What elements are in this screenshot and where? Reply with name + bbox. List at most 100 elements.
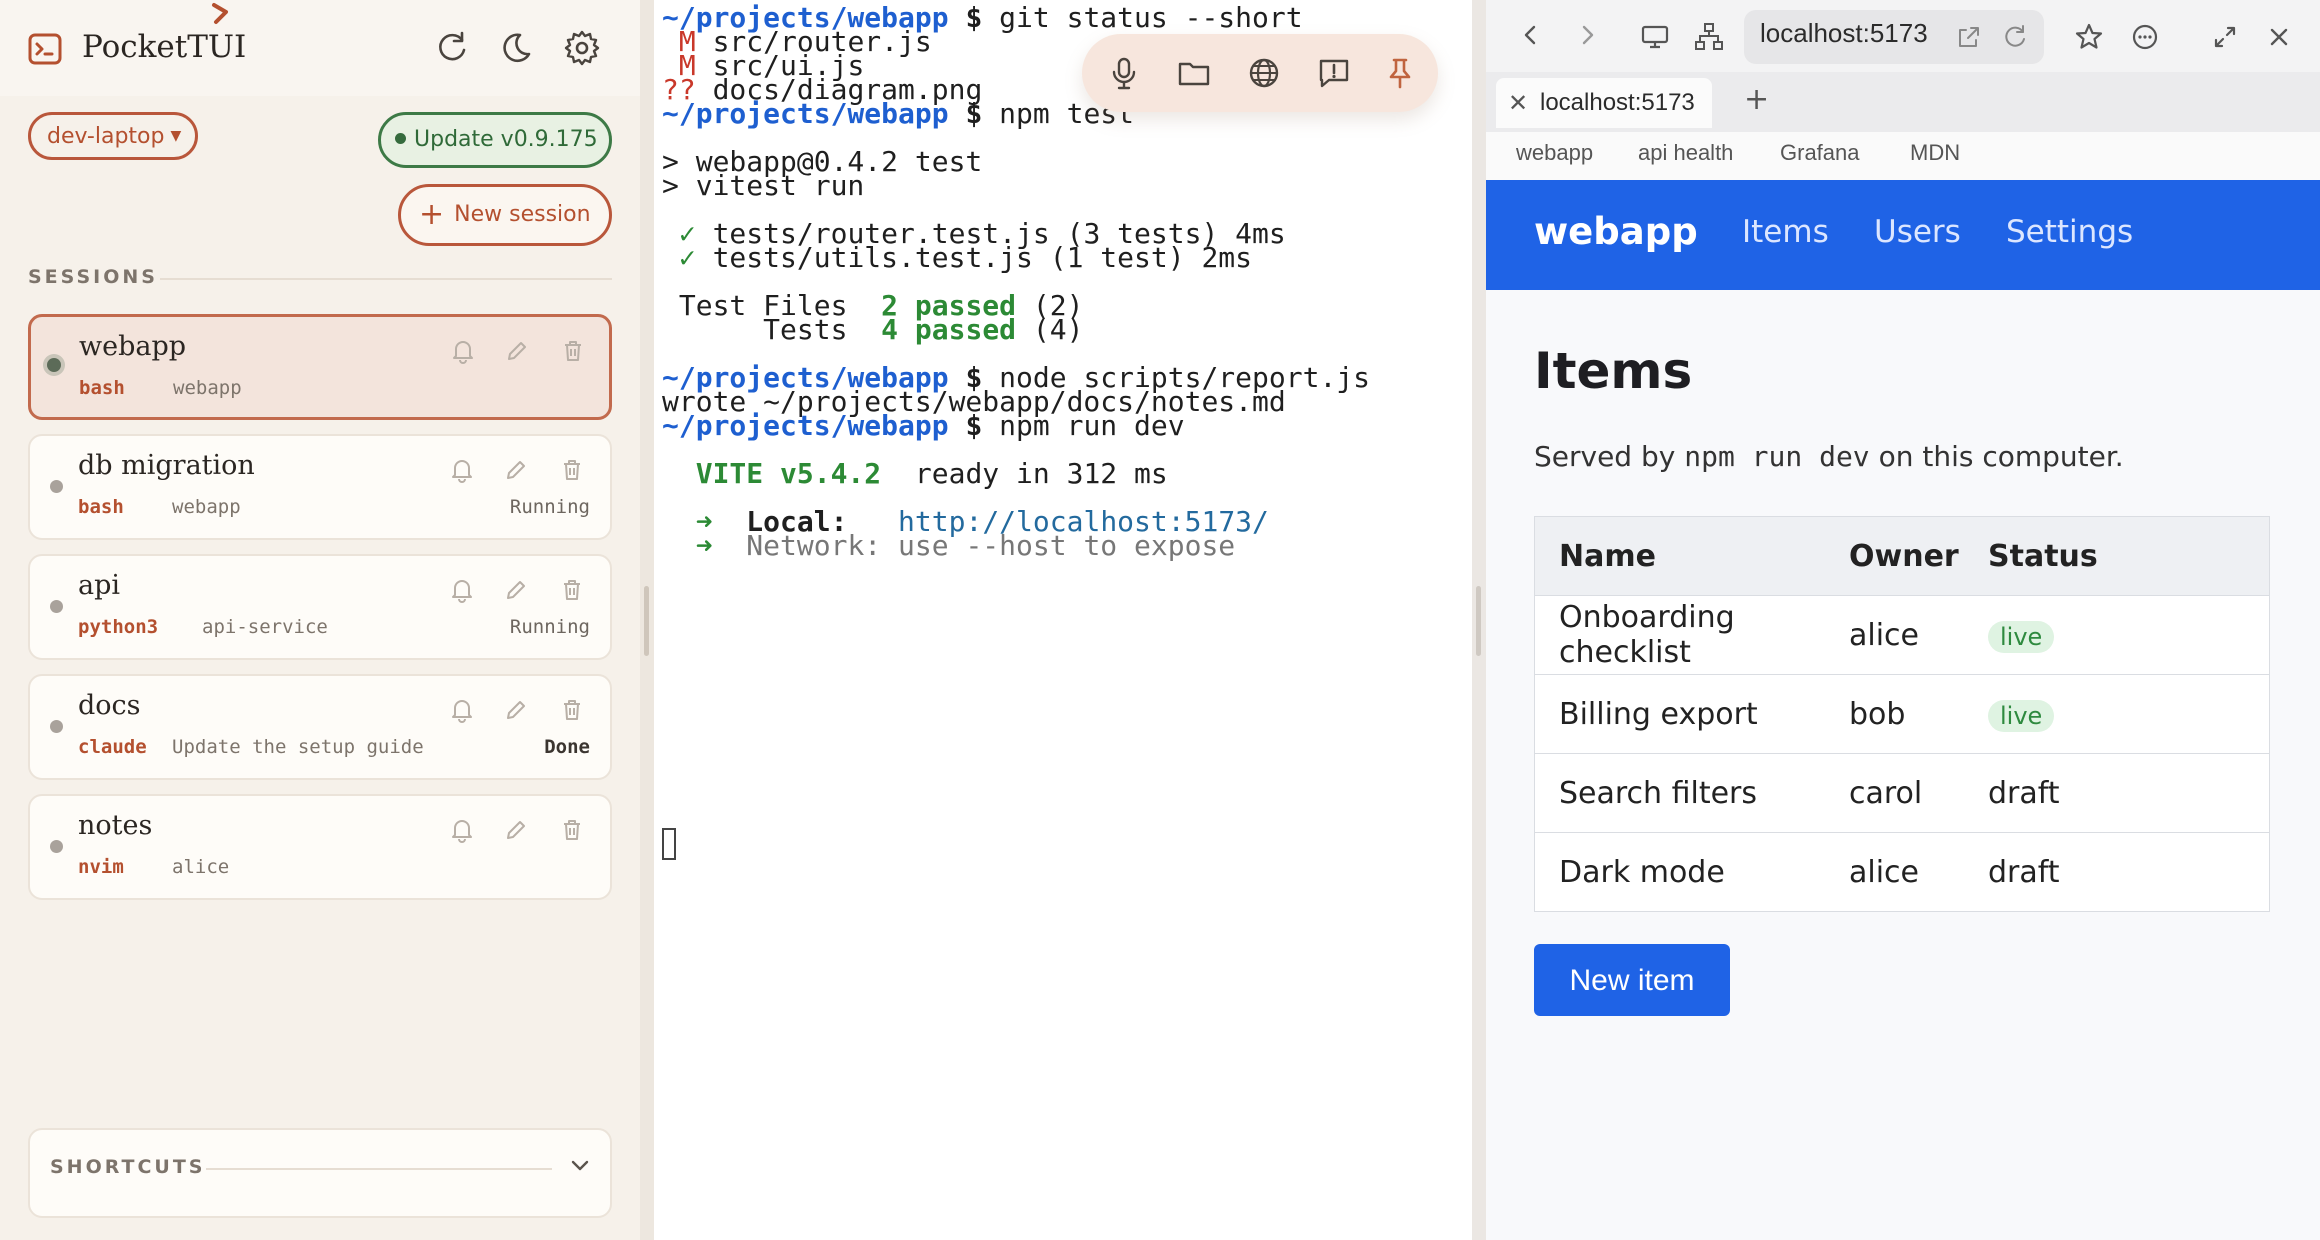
arrow-icon: ➜ — [695, 529, 713, 562]
trash-icon[interactable] — [559, 337, 587, 365]
session-card-db-migration[interactable]: db migration bash webapp Running — [28, 434, 612, 540]
table-row[interactable]: Onboarding checklist alice live — [1534, 595, 2270, 675]
sidebar-header: PocketTUI — [0, 0, 640, 96]
expand-icon[interactable] — [2208, 20, 2242, 54]
back-icon[interactable] — [1514, 18, 1548, 52]
desktop-icon[interactable] — [1638, 20, 1672, 54]
terminal-line: ✓ tests/utils.test.js (1 test) 2ms — [662, 240, 1252, 276]
cell-name: Dark mode — [1534, 832, 1825, 912]
nav-link-items[interactable]: Items — [1742, 214, 1829, 250]
bookmarks-bar: webapp api health Grafana MDN — [1486, 132, 2320, 181]
cell-status: draft — [1964, 753, 2270, 833]
session-command: bash — [79, 377, 125, 399]
nav-link-users[interactable]: Users — [1874, 214, 1961, 250]
edit-pencil-icon[interactable] — [502, 696, 530, 724]
cell-owner: bob — [1825, 674, 1964, 754]
vite-version: VITE v5.4.2 — [695, 457, 882, 490]
open-external-icon[interactable] — [1954, 22, 1988, 56]
bookmark-item[interactable]: api health — [1638, 140, 1733, 166]
session-card-notes[interactable]: notes nvim alice — [28, 794, 612, 900]
more-options-icon[interactable] — [2128, 20, 2162, 54]
bell-icon[interactable] — [448, 816, 476, 844]
edit-pencil-icon[interactable] — [502, 456, 530, 484]
trash-icon[interactable] — [558, 696, 586, 724]
host-select-label: dev-laptop — [47, 124, 165, 149]
cell-owner: alice — [1825, 595, 1964, 675]
dark-mode-icon[interactable] — [496, 28, 536, 68]
summary-label: Tests — [763, 313, 848, 346]
trash-icon[interactable] — [558, 456, 586, 484]
trash-icon[interactable] — [558, 576, 586, 604]
close-icon[interactable] — [2262, 20, 2296, 54]
session-name: docs — [78, 690, 141, 721]
terminal-line: Tests 4 passed (4) — [662, 312, 1083, 348]
plus-icon: + — [419, 197, 445, 232]
subtitle-code: npm run dev — [1684, 440, 1870, 473]
network-icon[interactable] — [1692, 20, 1726, 54]
bookmark-item[interactable]: Grafana — [1780, 140, 1860, 166]
browser-tab[interactable]: ✕ localhost:5173 — [1496, 78, 1712, 128]
session-status: Running — [509, 496, 590, 518]
table-row[interactable]: Billing export bob live — [1534, 674, 2270, 754]
session-status: Running — [509, 616, 590, 638]
site-brand-link[interactable]: webapp — [1534, 210, 1698, 253]
pin-icon[interactable] — [1380, 53, 1420, 93]
host-select[interactable]: dev-laptop ▼ — [28, 112, 198, 160]
folder-icon[interactable] — [1174, 53, 1214, 93]
session-status-dot — [47, 358, 61, 372]
pane-resize-handle[interactable] — [640, 0, 654, 1240]
new-session-label: New session — [454, 202, 591, 227]
tab-close-icon[interactable]: ✕ — [1508, 89, 1528, 117]
refresh-icon[interactable] — [432, 28, 472, 68]
terminal-line: ~/projects/webapp $ npm run dev — [662, 408, 1185, 444]
column-header-owner: Owner — [1825, 516, 1964, 596]
settings-gear-icon[interactable] — [562, 28, 602, 68]
shortcuts-panel[interactable]: SHORTCUTS — [28, 1128, 612, 1218]
session-name: webapp — [79, 331, 187, 362]
session-directory: alice — [172, 856, 230, 878]
edit-pencil-icon[interactable] — [502, 576, 530, 604]
update-button[interactable]: Update v0.9.175 — [378, 112, 612, 168]
feedback-icon[interactable] — [1314, 53, 1354, 93]
session-directory: api-service — [202, 616, 328, 638]
browser-toolbar: localhost:5173 — [1486, 0, 2320, 72]
new-session-button[interactable]: + New session — [398, 184, 612, 246]
forward-icon[interactable] — [1570, 18, 1604, 52]
nav-link-settings[interactable]: Settings — [2006, 214, 2133, 250]
trash-icon[interactable] — [558, 816, 586, 844]
session-card-api[interactable]: api python3 api-service Running — [28, 554, 612, 660]
session-card-webapp[interactable]: webapp bash webapp — [28, 314, 612, 420]
column-header-status: Status — [1964, 516, 2270, 596]
star-bookmark-icon[interactable] — [2072, 20, 2106, 54]
session-name: api — [78, 570, 121, 601]
cell-name: Search filters — [1534, 753, 1825, 833]
bell-icon[interactable] — [448, 696, 476, 724]
new-tab-icon[interactable]: + — [1744, 82, 1769, 117]
reload-icon[interactable] — [2000, 22, 2034, 56]
bell-icon[interactable] — [448, 576, 476, 604]
sessions-divider — [160, 278, 612, 280]
items-table: Name Owner Status Onboarding checklist a… — [1534, 516, 2270, 912]
terminal-pane[interactable]: ~/projects/webapp $ git status --short M… — [654, 0, 1472, 1240]
session-directory: webapp — [173, 377, 242, 399]
address-bar[interactable]: localhost:5173 — [1744, 10, 2044, 64]
globe-icon[interactable] — [1244, 53, 1284, 93]
session-status-dot — [50, 480, 63, 493]
edit-pencil-icon[interactable] — [502, 816, 530, 844]
table-row[interactable]: Search filters carol draft — [1534, 753, 2270, 833]
session-card-docs[interactable]: docs claude Update the setup guide Done — [28, 674, 612, 780]
bookmark-item[interactable]: webapp — [1516, 140, 1593, 166]
resize-grip — [1476, 586, 1481, 656]
chevron-down-icon[interactable] — [566, 1152, 594, 1180]
table-row[interactable]: Dark mode alice draft — [1534, 832, 2270, 912]
bell-icon[interactable] — [449, 337, 477, 365]
microphone-icon[interactable] — [1104, 53, 1144, 93]
edit-pencil-icon[interactable] — [503, 337, 531, 365]
status-badge: live — [1988, 699, 2055, 732]
new-item-button[interactable]: New item — [1534, 944, 1730, 1016]
bell-icon[interactable] — [448, 456, 476, 484]
pane-resize-handle[interactable] — [1472, 0, 1486, 1240]
bookmark-item[interactable]: MDN — [1910, 140, 1960, 166]
session-command: bash — [78, 496, 124, 518]
session-status: Done — [544, 736, 590, 758]
